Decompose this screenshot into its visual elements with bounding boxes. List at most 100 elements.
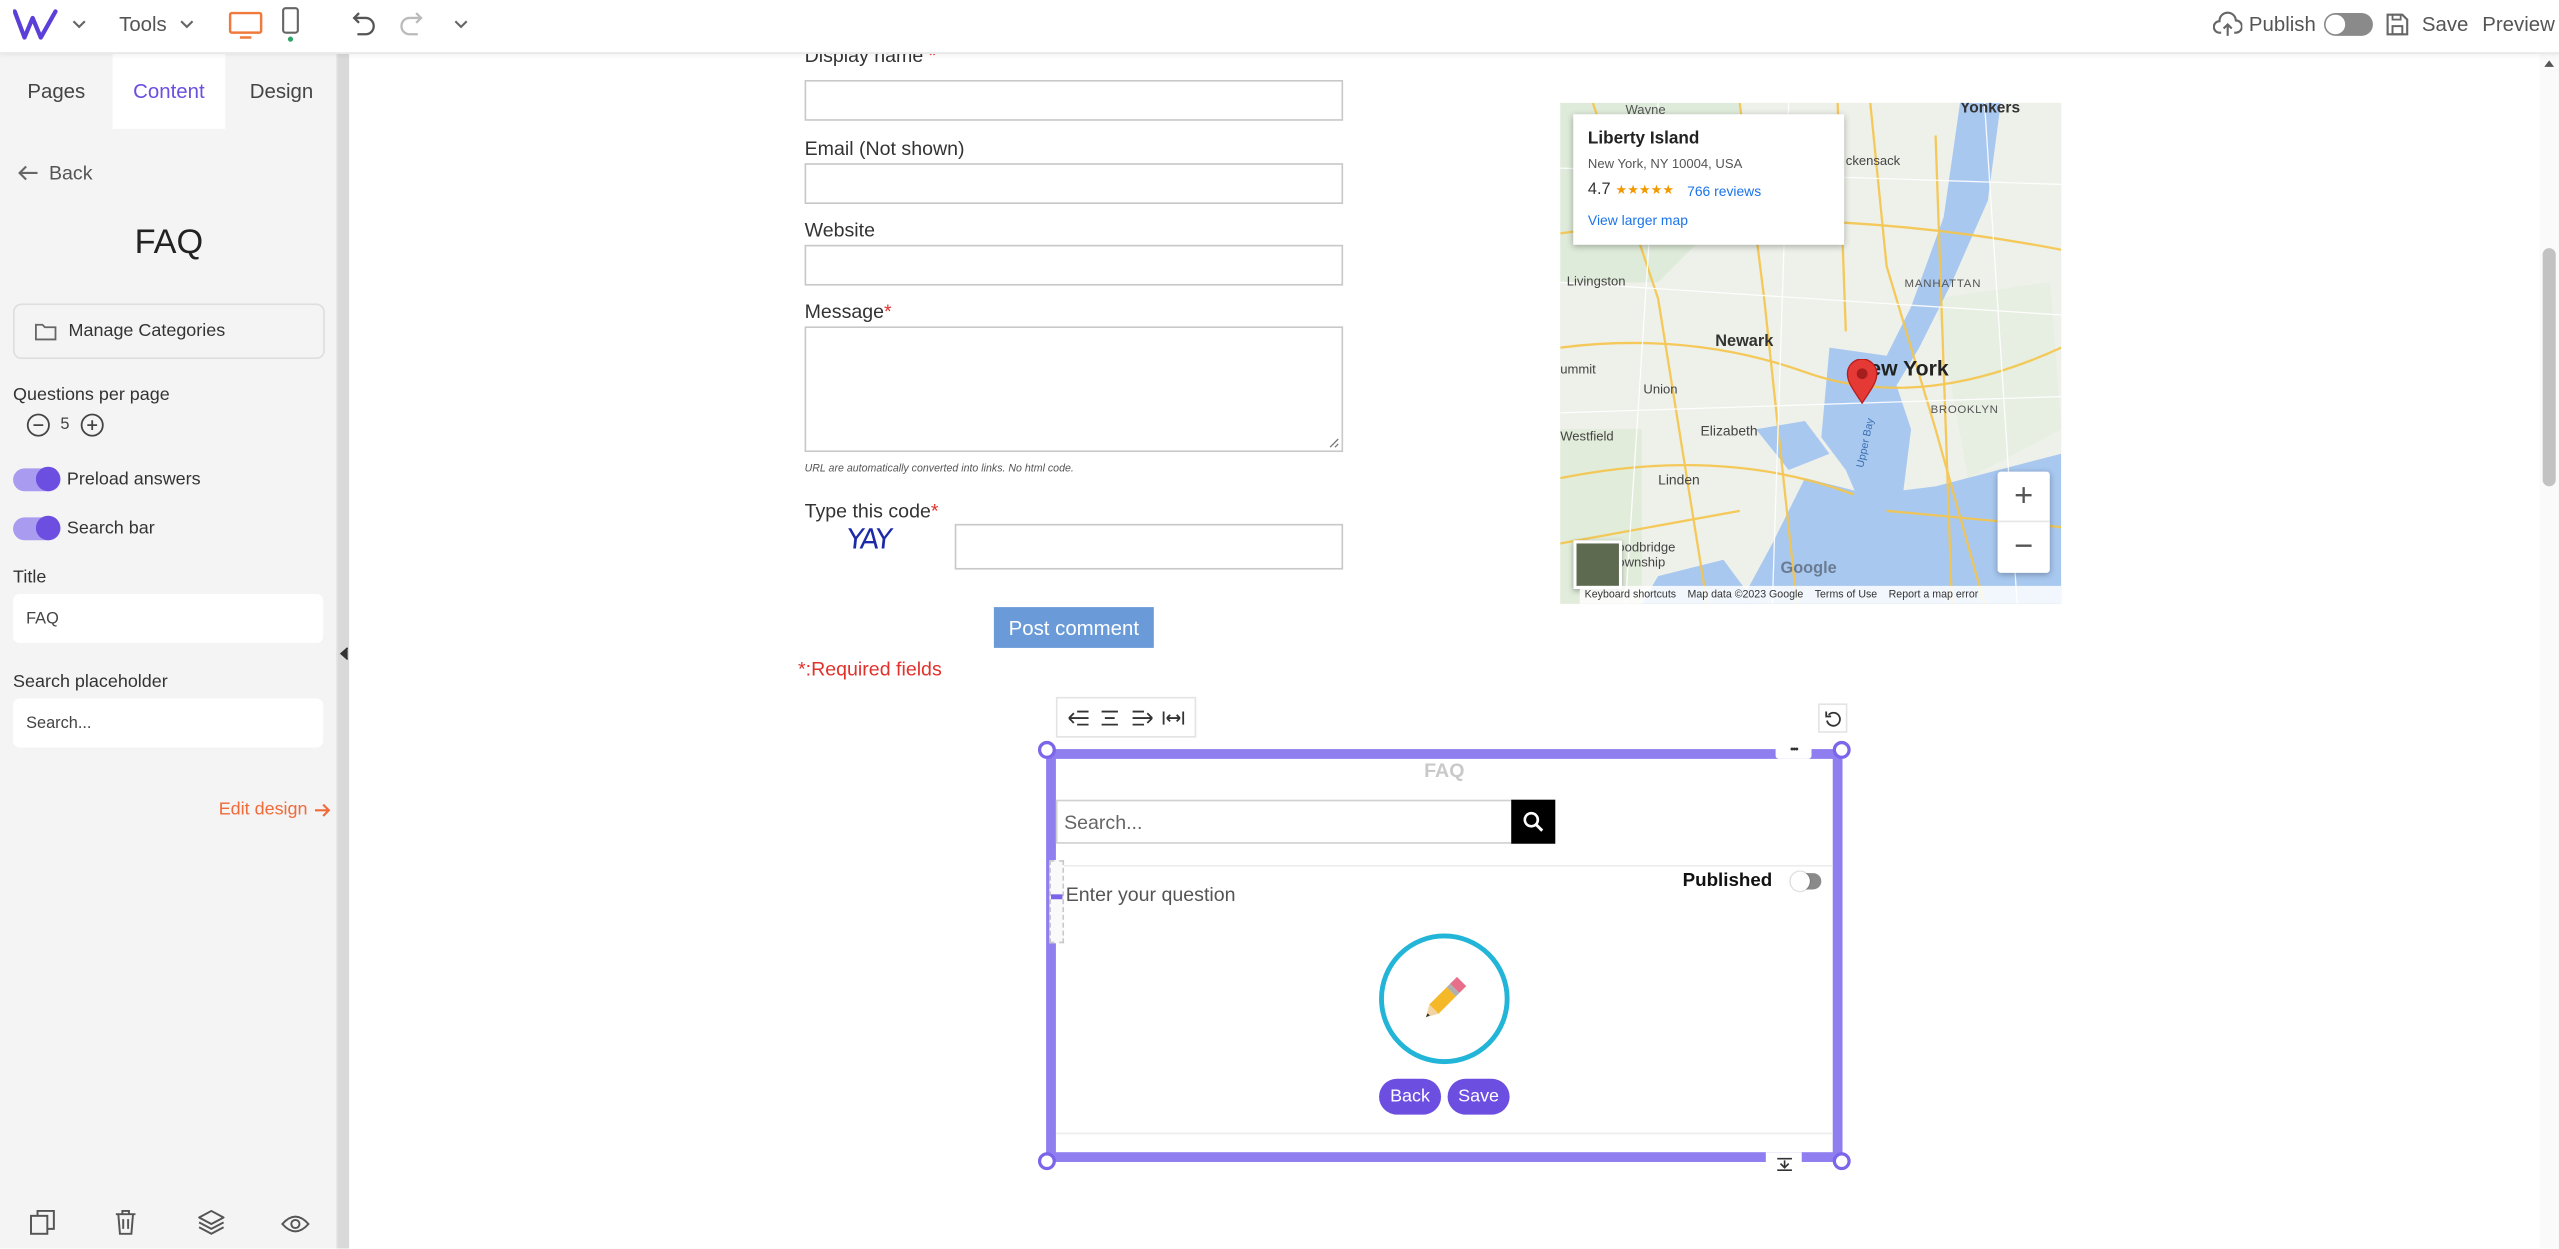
search-placeholder-field[interactable]: Search... — [13, 698, 324, 748]
undo-button[interactable] — [348, 0, 377, 49]
place-info-card: Liberty Island New York, NY 10004, USA 4… — [1573, 114, 1845, 245]
zoom-controls: + − — [1997, 471, 2050, 573]
terms-of-use-link[interactable]: Terms of Use — [1815, 589, 1878, 600]
edit-answer-button[interactable] — [1379, 933, 1510, 1065]
display-name-input[interactable] — [804, 79, 1344, 121]
resize-handle-top-right[interactable] — [1832, 740, 1851, 759]
plus-circle-icon[interactable] — [79, 413, 103, 437]
page-scrollbar[interactable] — [2539, 53, 2559, 1249]
vertical-spacing-icon — [1776, 1157, 1792, 1171]
faq-back-button[interactable]: Back — [1379, 1078, 1442, 1115]
zoom-in-button[interactable]: + — [1997, 472, 2050, 523]
questions-per-page-stepper: 5 — [26, 413, 104, 437]
redo-button[interactable] — [398, 0, 427, 49]
message-textarea[interactable] — [804, 326, 1344, 453]
full-width-icon[interactable] — [1162, 707, 1185, 727]
reviews-link[interactable]: 766 reviews — [1687, 182, 1761, 198]
logo-menu-chevron-icon[interactable] — [72, 0, 87, 49]
place-address: New York, NY 10004, USA — [1587, 156, 1743, 172]
duplicate-button[interactable] — [29, 1209, 55, 1243]
preload-answers-toggle[interactable] — [13, 466, 61, 492]
map-label-summit: ummit — [1560, 362, 1596, 377]
place-rating: 4.7 — [1587, 181, 1611, 200]
top-toolbar: Tools Publish Save Preview — [0, 0, 2559, 54]
chevron-down-icon — [180, 20, 194, 29]
published-toggle[interactable] — [1790, 871, 1822, 892]
minus-circle-icon[interactable] — [26, 413, 50, 437]
email-input[interactable] — [804, 163, 1344, 204]
faq-search-button[interactable] — [1511, 799, 1556, 844]
satellite-toggle[interactable] — [1573, 540, 1623, 590]
layers-button[interactable] — [197, 1209, 225, 1243]
collapse-arrow-icon — [339, 647, 349, 660]
save-button[interactable]: Save — [2384, 0, 2468, 49]
map-embed[interactable]: Wayne Yonkers ckensack Livingston MANHAT… — [1560, 102, 2062, 604]
map-label-hackensack: ckensack — [1845, 153, 1901, 169]
resize-grip-icon[interactable] — [1328, 437, 1339, 448]
map-label-yonkers: Yonkers — [1960, 102, 2021, 118]
history-chevron-icon[interactable] — [454, 0, 469, 49]
resize-handle-top-left[interactable] — [1037, 740, 1056, 759]
zoom-out-button[interactable]: − — [1998, 522, 2050, 571]
resize-handle-bottom-left[interactable] — [1037, 1152, 1056, 1171]
delete-button[interactable] — [114, 1209, 137, 1243]
divider — [1055, 864, 1833, 867]
tab-content[interactable]: Content — [112, 53, 226, 129]
question-input[interactable]: Enter your question — [1066, 883, 1236, 906]
faq-search-input[interactable]: Search... — [1055, 799, 1513, 844]
map-label-manhattan: MANHATTAN — [1904, 279, 1982, 291]
desktop-view-button[interactable] — [228, 0, 263, 49]
reset-icon — [1824, 710, 1840, 726]
questions-per-page-value: 5 — [60, 416, 70, 435]
mobile-view-button[interactable] — [281, 0, 301, 49]
tab-design[interactable]: Design — [225, 54, 338, 129]
manage-categories-button[interactable]: Manage Categories — [13, 303, 325, 360]
map-pin-icon[interactable] — [1846, 359, 1879, 405]
search-bar-toggle[interactable] — [13, 515, 61, 541]
publish-toggle[interactable] — [2323, 13, 2373, 36]
google-logo: Google — [1780, 559, 1837, 578]
resize-handle-bottom-right[interactable] — [1832, 1152, 1851, 1171]
message-required-star: * — [884, 300, 892, 324]
publish-control[interactable]: Publish — [2212, 0, 2373, 49]
keyboard-shortcuts-link[interactable]: Keyboard shortcuts — [1585, 589, 1676, 600]
map-label-woodbridge: oodbridge ownship — [1617, 540, 1676, 570]
code-required-star: * — [930, 499, 939, 523]
scroll-up-arrow-icon[interactable] — [2543, 59, 2556, 69]
scrollbar-thumb[interactable] — [2542, 248, 2556, 487]
display-name-required-star: * — [928, 53, 937, 67]
tools-menu[interactable]: Tools — [119, 0, 194, 49]
edit-design-link[interactable]: Edit design — [219, 800, 332, 819]
faq-widget-selection[interactable]: FAQ Search... Enter your question Publis… — [1046, 749, 1843, 1162]
align-right-icon[interactable] — [1131, 707, 1154, 727]
report-map-error-link[interactable]: Report a map error — [1889, 589, 1979, 600]
faq-save-button[interactable]: Save — [1447, 1078, 1510, 1115]
code-label: Type this code — [804, 499, 931, 523]
manage-categories-label: Manage Categories — [68, 321, 226, 342]
padding-adjust-button[interactable] — [1765, 1152, 1802, 1176]
post-comment-button[interactable]: Post comment — [993, 607, 1154, 648]
logo[interactable] — [13, 0, 59, 49]
visibility-button[interactable] — [281, 1213, 310, 1242]
pencil-icon — [1425, 976, 1467, 1018]
eye-icon — [281, 1215, 310, 1233]
panel-collapse-bar[interactable] — [337, 53, 350, 1249]
map-label-elizabeth: Elizabeth — [1700, 422, 1758, 440]
code-label-wrap: Type this code* — [805, 499, 939, 522]
align-left-icon[interactable] — [1067, 707, 1090, 727]
website-input[interactable] — [804, 244, 1344, 286]
title-field-label: Title — [13, 567, 47, 588]
captcha-input[interactable] — [954, 523, 1344, 570]
back-link[interactable]: Back — [18, 162, 93, 184]
title-field[interactable]: FAQ — [13, 594, 324, 644]
reset-button[interactable] — [1818, 703, 1848, 733]
view-larger-map-link[interactable]: View larger map — [1588, 212, 1688, 228]
email-label: Email (Not shown) — [804, 137, 965, 160]
preview-button[interactable]: Preview — [2482, 0, 2555, 49]
map-label-livingston: Livingston — [1566, 274, 1626, 289]
tab-pages[interactable]: Pages — [0, 54, 113, 129]
align-center-icon[interactable] — [1099, 707, 1122, 727]
map-label-westfield: Westfield — [1560, 429, 1614, 444]
more-options-button[interactable]: ••• — [1775, 740, 1812, 759]
drag-handle[interactable] — [1049, 860, 1065, 944]
